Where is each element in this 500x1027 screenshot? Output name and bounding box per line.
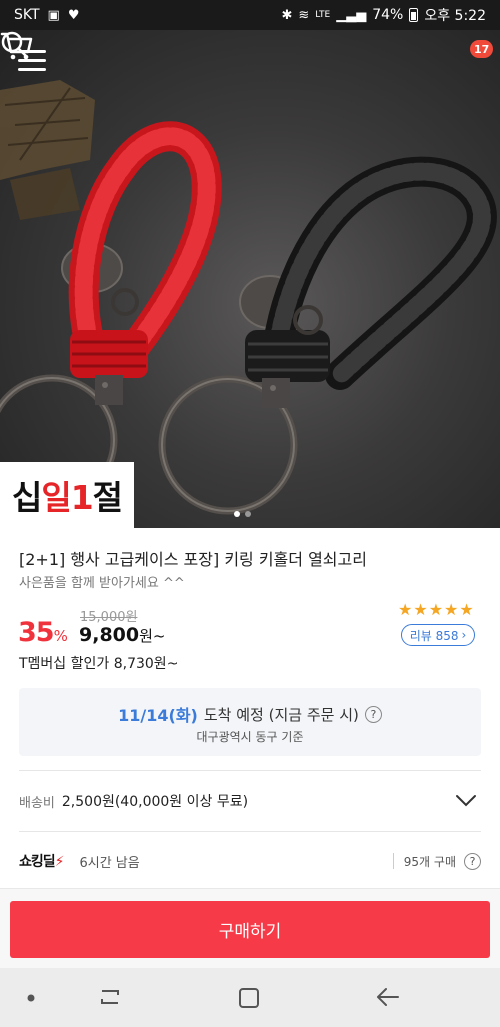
cart-icon[interactable] — [0, 30, 34, 62]
network-label: LTE — [315, 10, 331, 20]
discount-rate: 35% — [18, 617, 68, 648]
divider — [392, 853, 394, 869]
review-button[interactable]: 리뷰 858 › — [401, 624, 475, 646]
brand-logo: 십 일1 절 — [0, 462, 134, 528]
carousel-indicator — [234, 511, 251, 517]
shipping-row[interactable]: 배송비 2,500원(40,000원 이상 무료) — [19, 771, 481, 831]
delivery-estimate: 11/14(화) 도착 예정 (지금 주문 시) ? 대구광역시 동구 기준 — [19, 688, 481, 756]
system-nav-bar — [0, 968, 500, 1027]
signal-icon: ▁▃▅ — [336, 7, 367, 23]
deal-time-left: 6시간 남음 — [79, 855, 140, 871]
battery-label: 74% — [372, 7, 404, 23]
heart-icon: ♥ — [67, 7, 80, 23]
chevron-right-icon: › — [461, 628, 467, 642]
rating-stars: ★★★★★ — [398, 600, 475, 619]
member-price: T멤버십 할인가 8,730원~ — [19, 656, 179, 672]
delivery-date: 11/14(화) — [118, 706, 198, 725]
home-icon[interactable] — [236, 985, 262, 1011]
recent-apps-icon[interactable] — [96, 985, 124, 1009]
product-image[interactable]: 17 십 일1 절 — [0, 30, 500, 528]
carousel-dot-active — [234, 511, 240, 517]
clock: 오후 5:22 — [424, 8, 486, 24]
battery-icon — [409, 8, 419, 22]
shipping-value: 2,500원(40,000원 이상 무료) — [61, 794, 249, 810]
sale-price: 9,800원~ — [79, 624, 166, 646]
shocking-deal-row: 쇼킹딜⚡ 6시간 남음 95개 구매 ? — [19, 842, 481, 880]
delivery-text: 도착 예정 (지금 주문 시) — [203, 705, 359, 724]
carrier-label: SKT — [14, 7, 40, 23]
gallery-icon: ▣ — [47, 7, 60, 23]
shocking-deal-logo: 쇼킹딜⚡ — [19, 854, 64, 870]
status-bar: SKT ▣ ♥ ✱ ≋ LTE ▁▃▅ 74% 오후 5:22 — [0, 0, 500, 30]
product-subtitle: 사은품을 함께 받아가세요 ^^ — [19, 576, 185, 591]
keychain-photo — [0, 80, 497, 515]
chevron-down-icon[interactable] — [455, 794, 477, 808]
buy-button[interactable]: 구매하기 — [10, 901, 490, 958]
help-icon[interactable]: ? — [464, 852, 481, 870]
delivery-location: 대구광역시 동구 기준 — [196, 730, 304, 744]
original-price: 15,000원 — [80, 610, 138, 625]
cart-count-badge: 17 — [470, 40, 494, 58]
help-icon[interactable]: ? — [364, 705, 382, 723]
bluetooth-icon: ✱ — [281, 7, 293, 23]
dot-icon[interactable] — [26, 993, 36, 1003]
shipping-label: 배송비 — [19, 795, 55, 811]
back-icon[interactable] — [374, 985, 402, 1009]
carousel-dot — [245, 511, 251, 517]
wifi-icon: ≋ — [298, 7, 310, 23]
divider — [19, 831, 481, 832]
purchase-count: 95개 구매 — [403, 854, 456, 869]
product-title: [2+1] 행사 고급케이스 포장] 키링 키홀더 열쇠고리 — [19, 550, 367, 569]
review-label: 리뷰 858 — [409, 628, 459, 643]
